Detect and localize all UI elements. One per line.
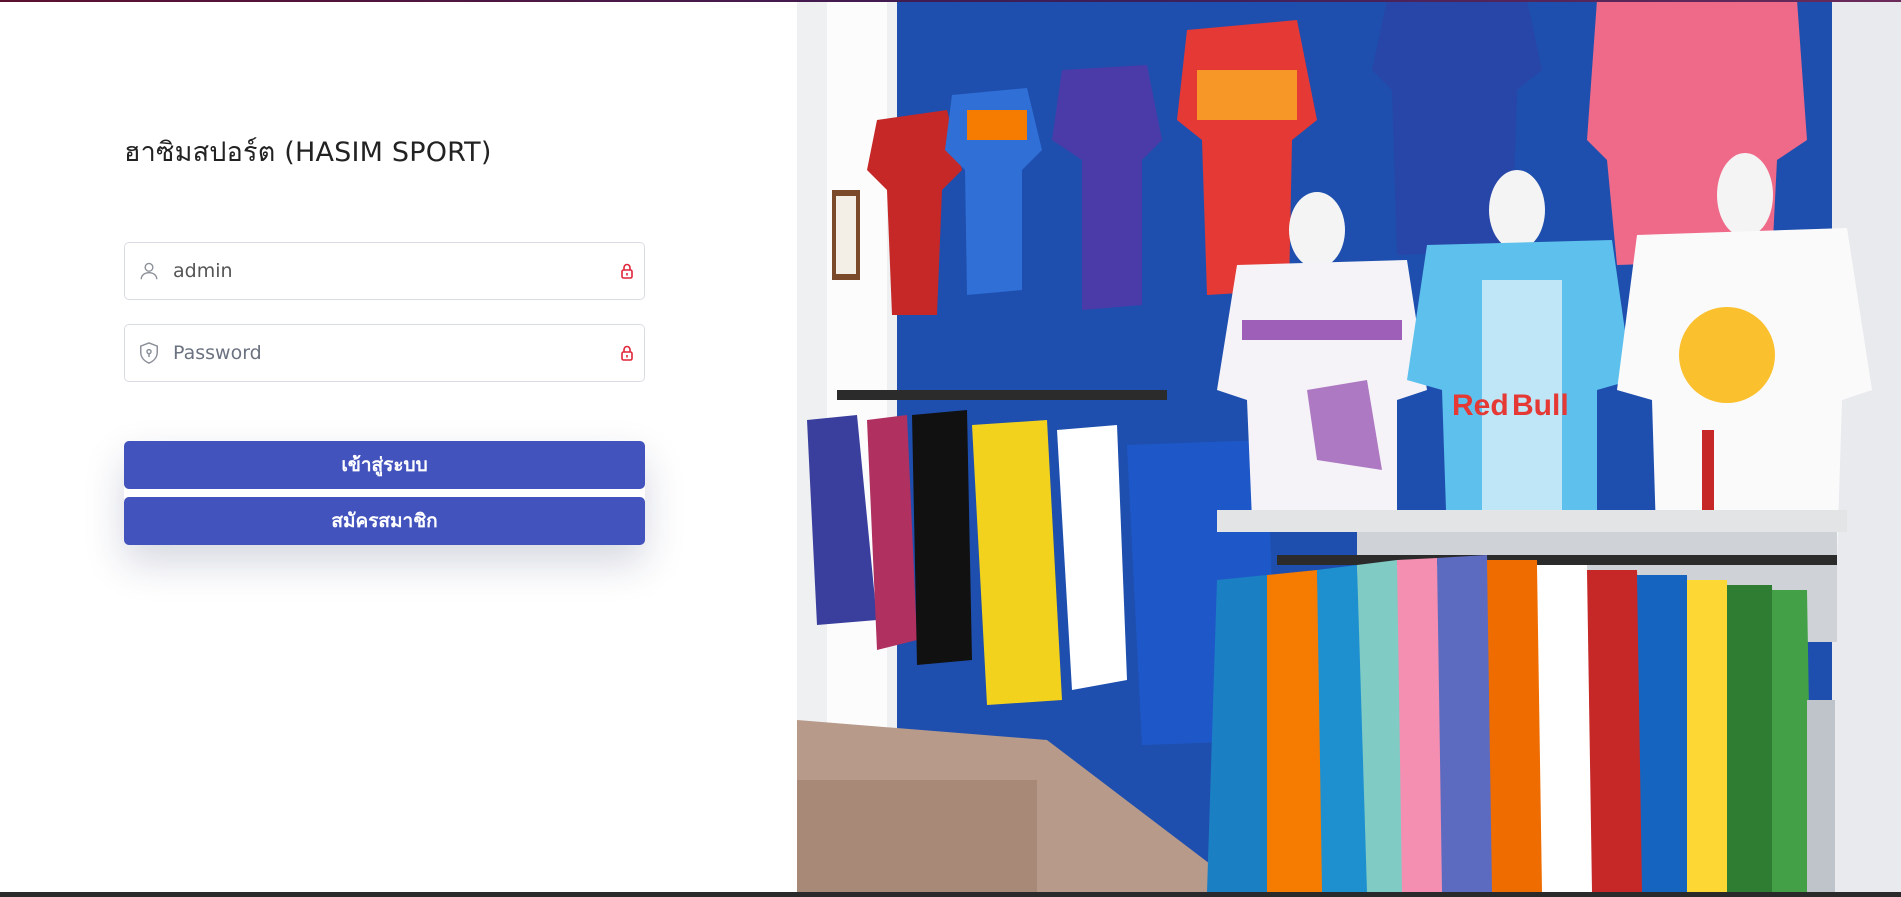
user-icon xyxy=(137,259,161,283)
register-button[interactable]: สมัครสมาชิก xyxy=(124,497,645,545)
page-title: ฮาซิมสปอร์ต (HASIM SPORT) xyxy=(124,137,492,168)
top-accent-line xyxy=(0,0,1901,2)
svg-text:Red: Red xyxy=(1452,389,1509,422)
login-panel: ฮาซิมสปอร์ต (HASIM SPORT) admin เข้าสู่ร… xyxy=(0,0,797,892)
bottom-bar xyxy=(0,892,1901,897)
username-field-wrapper xyxy=(124,242,645,300)
action-buttons: เข้าสู่ระบบ สมัครสมาชิก xyxy=(124,441,645,545)
username-input[interactable] xyxy=(173,243,618,299)
shield-icon xyxy=(137,341,161,365)
hero-image: Red Bull xyxy=(797,0,1901,892)
password-field-wrapper xyxy=(124,324,645,382)
lock-icon xyxy=(618,260,636,282)
svg-text:Bull: Bull xyxy=(1512,389,1569,422)
password-input[interactable] xyxy=(173,325,618,381)
login-button[interactable]: เข้าสู่ระบบ xyxy=(124,441,645,489)
lock-icon xyxy=(618,342,636,364)
shop-photo-illustration: Red Bull xyxy=(797,0,1901,892)
